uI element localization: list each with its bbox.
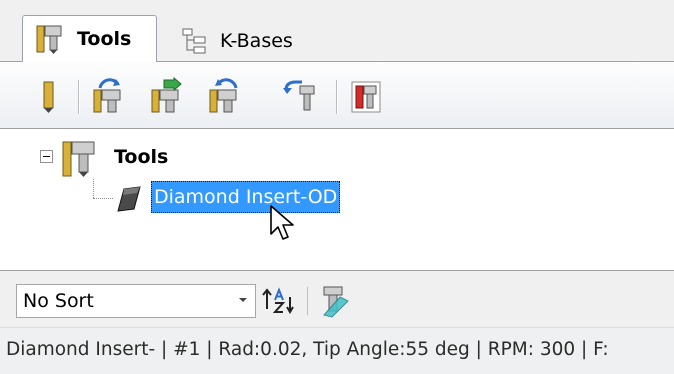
mouse-cursor-icon bbox=[270, 205, 294, 240]
tab-tools[interactable]: Tools bbox=[22, 15, 157, 62]
tab-k-bases[interactable]: K-Bases bbox=[170, 19, 320, 62]
import-tool-library-button[interactable] bbox=[148, 76, 188, 116]
tree-connector bbox=[93, 198, 113, 199]
tree-structure-icon bbox=[182, 28, 206, 53]
sort-az-icon bbox=[262, 287, 294, 314]
status-bar: Diamond Insert- | #1 | Rad:0.02, Tip Ang… bbox=[0, 327, 674, 374]
chevron-down-icon bbox=[239, 298, 247, 302]
single-tool-icon bbox=[43, 81, 54, 113]
collapse-toggle[interactable] bbox=[40, 150, 53, 163]
undo-tool-button[interactable] bbox=[280, 76, 320, 116]
tab-tools-label: Tools bbox=[77, 28, 132, 50]
tool-library-import-icon bbox=[151, 76, 182, 113]
save-tool-library-button[interactable] bbox=[206, 76, 246, 116]
open-tool-library-button[interactable] bbox=[90, 76, 130, 116]
tool-report-button[interactable] bbox=[346, 76, 386, 116]
tool-library-open-icon bbox=[93, 78, 121, 113]
tab-strip: Tools K-Bases bbox=[0, 0, 674, 62]
tool-holder-icon bbox=[62, 141, 95, 177]
tool-holder-icon bbox=[36, 25, 62, 54]
tree-root-label[interactable]: Tools bbox=[114, 146, 168, 168]
sort-dropdown[interactable]: No Sort bbox=[16, 284, 256, 318]
toolbar-separator bbox=[78, 80, 79, 114]
sort-dropdown-value: No Sort bbox=[23, 290, 94, 312]
tree-item-diamond-insert[interactable]: Diamond Insert-OD bbox=[151, 181, 341, 213]
sort-direction-button[interactable] bbox=[260, 283, 300, 319]
tool-undo-icon bbox=[283, 80, 315, 111]
toolbar-separator bbox=[336, 80, 337, 114]
add-tool-button[interactable] bbox=[30, 76, 70, 116]
tool-report-icon bbox=[351, 81, 381, 113]
tool-library-save-icon bbox=[209, 78, 238, 113]
tab-k-bases-label: K-Bases bbox=[220, 29, 293, 52]
sort-bar: No Sort bbox=[0, 271, 674, 327]
tree-connector bbox=[93, 179, 94, 198]
diamond-insert-icon bbox=[117, 186, 141, 212]
tool-toolbar bbox=[0, 62, 674, 128]
tool-filter-button[interactable] bbox=[318, 283, 358, 319]
toolbar-separator bbox=[307, 287, 308, 315]
tool-filter-icon bbox=[323, 286, 349, 318]
tool-tree: Tools Diamond Insert-OD bbox=[0, 128, 674, 272]
